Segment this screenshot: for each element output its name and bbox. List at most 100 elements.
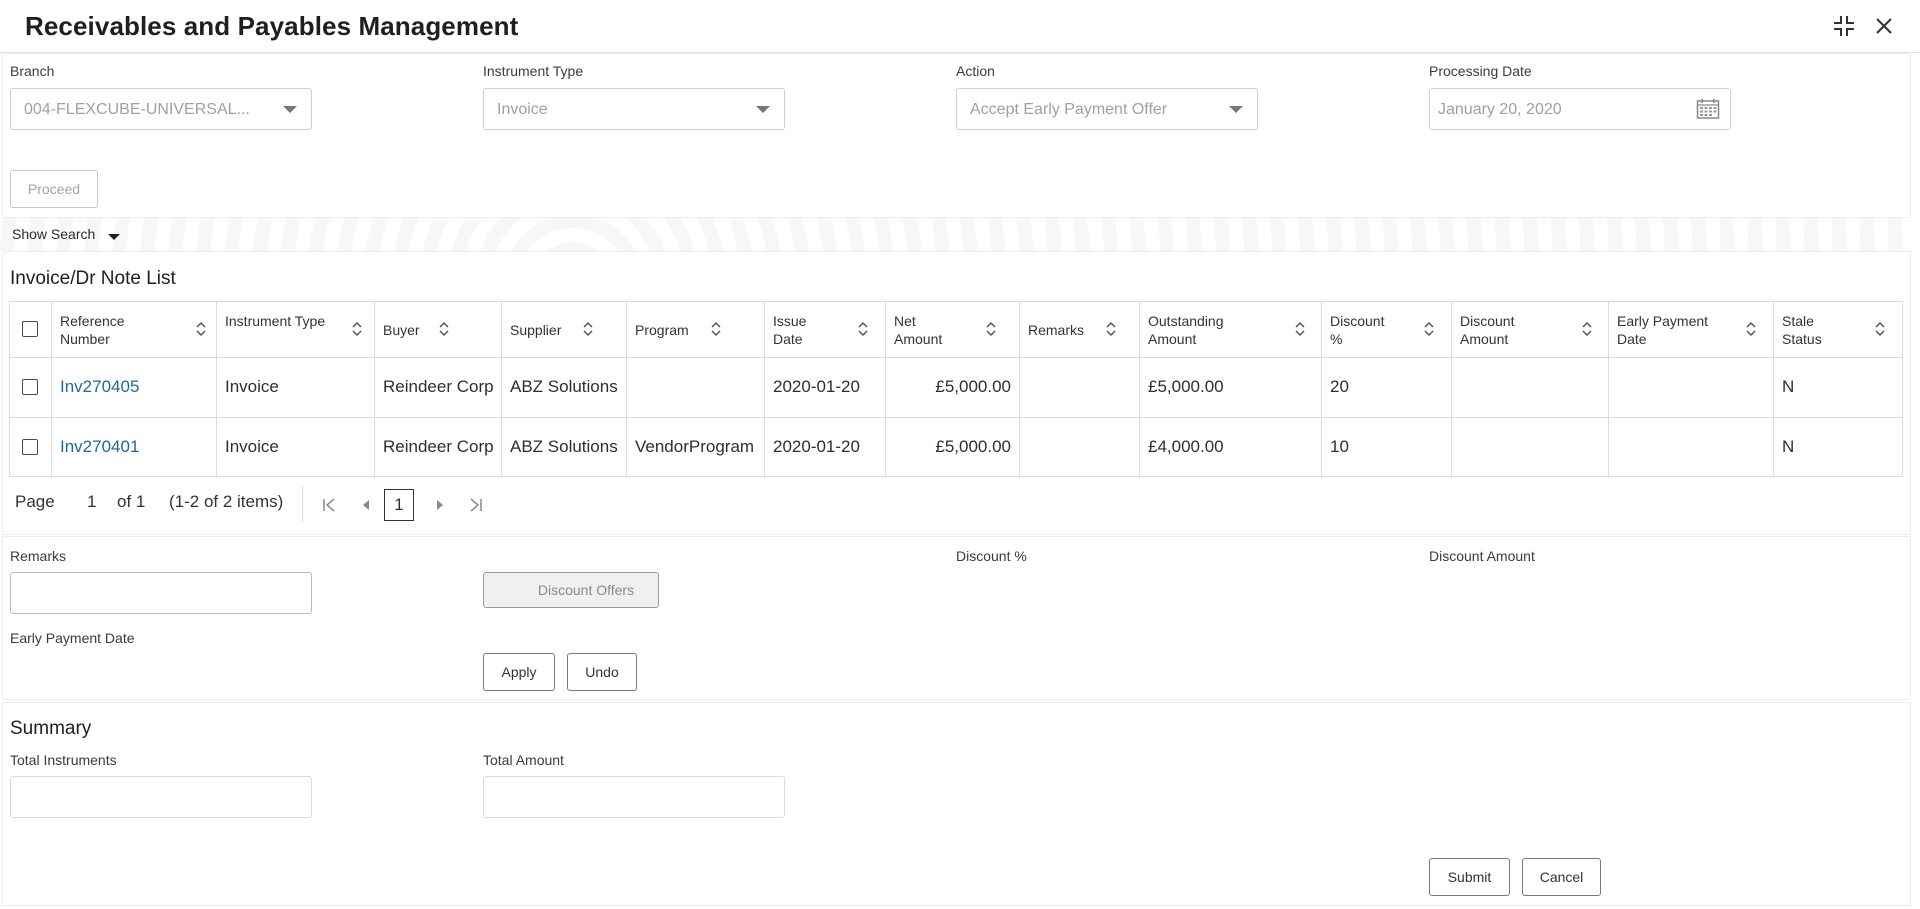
sort-icon[interactable] (710, 320, 722, 338)
branch-value: 004-FLEXCUBE-UNIVERSAL... (24, 101, 250, 118)
action-select[interactable]: Accept Early Payment Offer (956, 88, 1258, 130)
select-all-checkbox[interactable] (22, 321, 38, 337)
page-header: Receivables and Payables Management (0, 0, 1920, 53)
branch-select[interactable]: 004-FLEXCUBE-UNIVERSAL... (10, 88, 312, 130)
sort-icon[interactable] (1874, 320, 1886, 338)
cell-buyer: Reindeer Corp (375, 358, 502, 418)
reference-link[interactable]: Inv270405 (60, 377, 139, 397)
row-select-cell (10, 418, 52, 478)
processing-date-label: Processing Date (1429, 63, 1532, 79)
sort-icon[interactable] (857, 320, 869, 338)
row-select-cell (10, 358, 52, 418)
col-instrument-type[interactable]: Instrument Type (217, 302, 375, 358)
chevron-down-icon (756, 106, 770, 113)
undo-button[interactable]: Undo (567, 653, 637, 691)
sort-icon[interactable] (1745, 320, 1757, 338)
cell-net-amount: £5,000.00 (886, 358, 1020, 418)
col-program[interactable]: Program (627, 302, 765, 358)
collapse-icon[interactable] (1830, 12, 1858, 40)
sort-icon[interactable] (1105, 320, 1117, 338)
instrument-type-label: Instrument Type (483, 63, 584, 79)
invoice-table: Reference Number Instrument Type Buyer S… (9, 301, 1903, 478)
next-page-icon[interactable] (435, 499, 445, 511)
cell-discount-amount (1452, 418, 1609, 478)
col-net-amount[interactable]: Net Amount (886, 302, 1020, 358)
sort-icon[interactable] (985, 320, 997, 338)
submit-button[interactable]: Submit (1429, 858, 1510, 896)
col-stale-status[interactable]: Stale Status (1774, 302, 1902, 358)
col-outstanding-amount[interactable]: Outstanding Amount (1140, 302, 1322, 358)
discount-pct-label: Discount % (956, 548, 1027, 564)
processing-date-value: January 20, 2020 (1438, 101, 1562, 118)
reference-link[interactable]: Inv270401 (60, 437, 139, 457)
cell-remarks (1020, 358, 1140, 418)
total-instruments-field (10, 776, 312, 818)
branch-label: Branch (10, 63, 55, 79)
row-checkbox[interactable] (22, 379, 38, 395)
cell-reference: Inv270405 (52, 358, 217, 418)
proceed-button[interactable]: Proceed (10, 170, 98, 208)
cell-discount-amount (1452, 358, 1609, 418)
page-label: Page (15, 492, 55, 511)
col-reference-number[interactable]: Reference Number (52, 302, 217, 358)
apply-button[interactable]: Apply (483, 653, 555, 691)
cell-instrument-type: Invoice (217, 418, 375, 478)
sort-icon[interactable] (195, 320, 207, 338)
cell-remarks (1020, 418, 1140, 478)
sort-icon[interactable] (1581, 320, 1593, 338)
col-early-payment-date[interactable]: Early Payment Date (1609, 302, 1774, 358)
show-search-bar: Show Search (0, 218, 1910, 251)
cell-discount-pct: 20 (1322, 358, 1452, 418)
instrument-type-select[interactable]: Invoice (483, 88, 785, 130)
processing-date-input[interactable]: January 20, 2020 (1429, 88, 1731, 130)
cell-buyer: Reindeer Corp (375, 418, 502, 478)
page-of-label: of 1 (117, 492, 146, 511)
show-search-toggle[interactable]: Show Search (12, 226, 95, 242)
sort-icon[interactable] (351, 320, 363, 338)
last-page-icon[interactable] (468, 497, 484, 513)
sort-icon[interactable] (438, 320, 450, 338)
table-header: Reference Number Instrument Type Buyer S… (10, 302, 1902, 358)
sort-icon[interactable] (582, 320, 594, 338)
remarks-input[interactable] (10, 572, 312, 614)
calendar-icon[interactable] (1696, 98, 1720, 120)
items-count: (1-2 of 2 items) (169, 492, 284, 511)
caret-down-icon[interactable] (108, 234, 120, 240)
total-instruments-label: Total Instruments (10, 752, 117, 768)
cell-net-amount: £5,000.00 (886, 418, 1020, 478)
col-discount-pct[interactable]: Discount % (1322, 302, 1452, 358)
sort-icon[interactable] (1294, 320, 1306, 338)
discount-offers-button[interactable]: Discount Offers (483, 572, 659, 608)
row-checkbox[interactable] (22, 439, 38, 455)
cell-instrument-type: Invoice (217, 358, 375, 418)
current-page-box[interactable]: 1 (384, 489, 414, 521)
action-label: Action (956, 63, 995, 79)
page-number-input[interactable]: 1 (87, 492, 96, 512)
cell-discount-pct: 10 (1322, 418, 1452, 478)
header-select-all (10, 302, 52, 358)
early-payment-date-label: Early Payment Date (10, 630, 135, 646)
first-page-icon[interactable] (321, 497, 337, 513)
col-issue-date[interactable]: Issue Date (765, 302, 886, 358)
action-value: Accept Early Payment Offer (970, 101, 1168, 118)
chevron-down-icon (1229, 106, 1243, 113)
chevron-down-icon (283, 106, 297, 113)
cell-issue-date: 2020-01-20 (765, 418, 886, 478)
cell-program: VendorProgram (627, 418, 765, 478)
cancel-button[interactable]: Cancel (1522, 858, 1601, 896)
close-icon[interactable] (1870, 12, 1898, 40)
col-discount-amount[interactable]: Discount Amount (1452, 302, 1609, 358)
table-row[interactable]: Inv270401 Invoice Reindeer Corp ABZ Solu… (10, 418, 1902, 478)
col-remarks[interactable]: Remarks (1020, 302, 1140, 358)
previous-page-icon[interactable] (361, 499, 371, 511)
cell-stale: N (1782, 437, 1795, 456)
col-buyer[interactable]: Buyer (375, 302, 502, 358)
discount-amount-label: Discount Amount (1429, 548, 1535, 564)
cell-early-date (1609, 418, 1774, 478)
pagination: Page 1 of 1 (1-2 of 2 items) 1 (9, 478, 1903, 532)
col-supplier[interactable]: Supplier (502, 302, 627, 358)
total-amount-label: Total Amount (483, 752, 564, 768)
cell-early-date (1609, 358, 1774, 418)
sort-icon[interactable] (1423, 320, 1435, 338)
table-row[interactable]: Inv270405 Invoice Reindeer Corp ABZ Solu… (10, 358, 1902, 418)
